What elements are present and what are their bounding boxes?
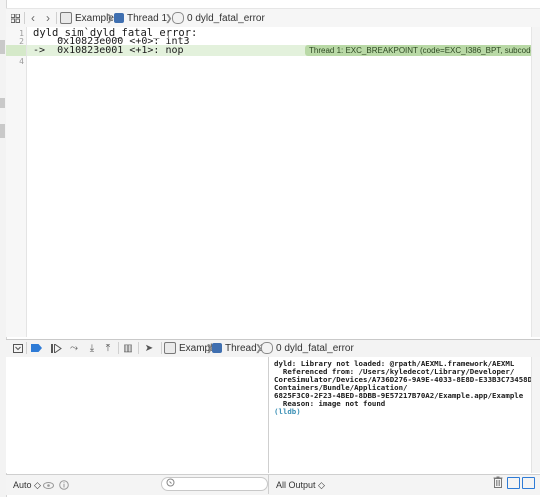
stack-frame-icon	[172, 12, 184, 24]
forward-icon[interactable]: ›	[42, 9, 54, 27]
variables-scope-popup[interactable]: Auto ◇	[13, 475, 41, 495]
hide-debug-area-icon[interactable]	[12, 342, 24, 354]
line-number-gutter: 1 2 3 4	[6, 27, 27, 337]
divider	[161, 342, 162, 354]
show-variables-view-icon[interactable]	[507, 477, 520, 489]
debug-view-hierarchy-icon[interactable]: ▥	[122, 342, 134, 354]
project-icon	[60, 12, 72, 24]
back-icon[interactable]: ‹	[27, 9, 39, 27]
breakpoints-toggle-icon[interactable]	[30, 342, 42, 354]
step-over-icon[interactable]: ⤳	[68, 342, 80, 354]
left-pane-marker	[0, 124, 5, 138]
divider	[56, 12, 57, 24]
debug-bar: ⤳ ⤓ ⤒ ▥ ➤ Example ❯ Thread 1 ❯ 0 dyld_fa…	[6, 339, 540, 358]
breadcrumb-label: 0 dyld_fatal_error	[187, 12, 265, 24]
line-number: 4	[19, 57, 24, 66]
step-out-icon[interactable]: ⤒	[102, 342, 114, 354]
editor-jump-bar: ‹ › Example ❯ Thread 1 ❯ 0 dyld_fatal_er…	[6, 8, 540, 28]
project-icon	[164, 342, 176, 354]
code-line-current: -> 0x10823e001 <+1>: nop	[33, 45, 184, 56]
current-line-gutter-highlight	[6, 45, 26, 56]
thread-icon	[114, 13, 124, 23]
variables-filter-field[interactable]	[161, 477, 268, 491]
disassembly-editor[interactable]	[6, 27, 540, 337]
stack-frame-icon	[261, 342, 273, 354]
console-scrollbar[interactable]	[531, 357, 540, 473]
divider	[26, 342, 27, 354]
info-icon[interactable]	[58, 479, 70, 491]
breadcrumb-label: 0 dyld_fatal_error	[276, 342, 354, 354]
lldb-prompt[interactable]: (lldb)	[274, 407, 301, 416]
filter-icon	[166, 478, 175, 490]
thread-icon	[212, 343, 222, 353]
related-items-icon[interactable]	[8, 9, 22, 27]
continue-icon[interactable]	[50, 342, 62, 354]
debug-bottom-bar: Auto ◇ All Output ◇	[6, 474, 540, 495]
exception-badge[interactable]: Thread 1: EXC_BREAKPOINT (code=EXC_I386_…	[305, 45, 540, 56]
left-pane-marker	[0, 40, 5, 54]
eye-icon[interactable]	[42, 479, 54, 491]
left-pane-marker	[0, 98, 5, 108]
chevron-right-icon: ❯	[106, 12, 114, 23]
divider	[118, 342, 119, 354]
console-output[interactable]: dyld: Library not loaded: @rpath/AEXML.f…	[269, 357, 540, 473]
simulate-location-icon[interactable]: ➤	[143, 342, 155, 354]
console-output-popup[interactable]: All Output ◇	[276, 475, 325, 495]
divider	[24, 12, 25, 24]
breadcrumb-frame[interactable]: 0 dyld_fatal_error	[172, 9, 265, 27]
breadcrumb-thread[interactable]: Thread 1	[114, 9, 167, 27]
debug-breadcrumb-frame[interactable]: 0 dyld_fatal_error	[261, 339, 354, 357]
breadcrumb-label: Thread 1	[127, 12, 168, 24]
divider	[268, 474, 269, 494]
trash-icon[interactable]	[493, 476, 503, 491]
divider	[138, 342, 139, 354]
step-into-icon[interactable]: ⤓	[86, 342, 98, 354]
show-console-icon[interactable]	[522, 477, 535, 489]
editor-scrollbar[interactable]	[531, 27, 540, 337]
variables-view[interactable]	[6, 357, 269, 473]
